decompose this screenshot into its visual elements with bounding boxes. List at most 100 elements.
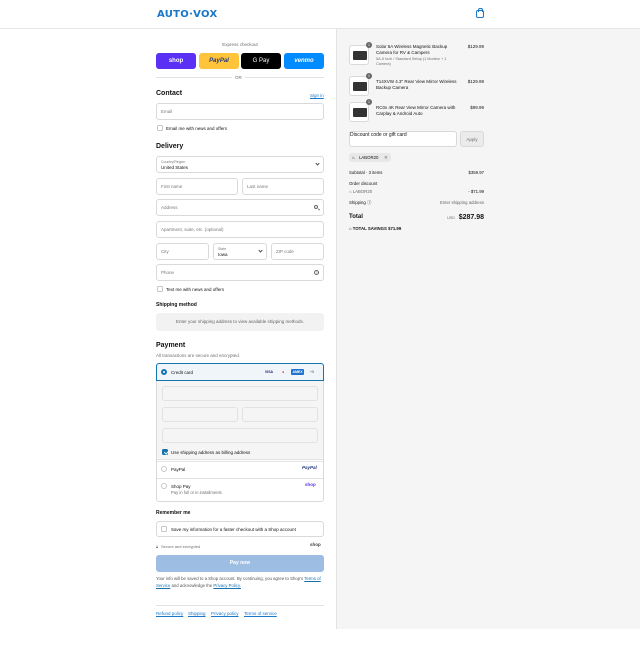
product-image bbox=[353, 51, 367, 60]
first-name-placeholder: First name bbox=[161, 184, 183, 189]
paypal-option-label[interactable]: PayPal bbox=[171, 467, 185, 472]
subtotal-value: $359.97 bbox=[468, 170, 484, 175]
shop-pay-logo: shop bbox=[305, 482, 316, 487]
billing-same-checkbox[interactable] bbox=[162, 449, 168, 455]
product-price: $129.99 bbox=[467, 44, 484, 49]
payment-subtitle: All transactions are secure and encrypte… bbox=[156, 353, 241, 358]
apply-discount-button[interactable]: Apply bbox=[460, 131, 484, 147]
apartment-input[interactable]: Apartment, suite, etc. (optional) bbox=[156, 221, 324, 238]
order-discount-code: LABOR20 bbox=[352, 189, 373, 194]
state-label: State bbox=[218, 246, 227, 251]
remember-me-heading: Remember me bbox=[156, 510, 191, 516]
card-number-field[interactable] bbox=[162, 386, 318, 401]
email-news-label: Email me with news and offers bbox=[166, 126, 227, 131]
paypal-button[interactable]: PayPal bbox=[199, 53, 239, 69]
order-discount-value: - $71.99 bbox=[468, 189, 484, 194]
help-icon[interactable]: ? bbox=[314, 270, 319, 275]
shopping-bag-icon[interactable] bbox=[476, 8, 484, 18]
option-divider bbox=[157, 478, 323, 479]
address-input[interactable]: Address bbox=[156, 199, 324, 216]
shop-pay-subtitle: Pay in full or in installments bbox=[171, 490, 222, 495]
credit-card-radio[interactable] bbox=[161, 369, 167, 375]
product-thumbnail bbox=[349, 45, 369, 65]
last-name-placeholder: Last name bbox=[247, 184, 269, 189]
order-discount-row: Order discount bbox=[349, 181, 484, 186]
visa-icon: VISA bbox=[264, 370, 274, 374]
shipping-label: Shipping bbox=[349, 200, 366, 205]
product-title: Solar 5A Wireless Magnetic Backup Camera… bbox=[376, 44, 448, 55]
product-title: T14XVW 4.3" Rear View Mirror Wireless Ba… bbox=[376, 79, 457, 90]
product-thumbnail bbox=[349, 76, 369, 96]
order-discount-code-row: ⌂ LABOR20 - $71.99 bbox=[349, 189, 484, 194]
card-name-field[interactable] bbox=[162, 428, 318, 443]
express-checkout-label: Express checkout bbox=[222, 42, 258, 47]
address-placeholder: Address bbox=[161, 205, 178, 210]
city-input[interactable]: City bbox=[156, 243, 209, 260]
shop-pay-button[interactable]: shop bbox=[156, 53, 196, 69]
lock-icon: 🔒︎ bbox=[156, 544, 159, 549]
product-price: $129.99 bbox=[467, 79, 484, 84]
state-value: Iowa bbox=[218, 252, 228, 257]
or-label: OR bbox=[232, 74, 245, 80]
total-value: $287.98 bbox=[458, 214, 484, 221]
chevron-down-icon bbox=[315, 161, 320, 166]
shipping-policy-link[interactable]: Shipping bbox=[188, 611, 206, 616]
zip-placeholder: ZIP code bbox=[276, 249, 294, 254]
card-cvv-field[interactable] bbox=[242, 407, 318, 422]
product-thumbnail bbox=[349, 102, 369, 122]
quantity-badge: 1 bbox=[366, 73, 372, 79]
shop-logo: shop bbox=[310, 542, 321, 547]
product-title: RC0x 4K Rear View Mirror Camera with Car… bbox=[376, 105, 456, 116]
city-placeholder: City bbox=[161, 249, 169, 254]
legal-line: Your info will be saved to a Shop accoun… bbox=[156, 576, 304, 581]
email-news-checkbox[interactable] bbox=[157, 125, 163, 131]
mastercard-icon: ● bbox=[281, 370, 285, 374]
google-pay-button[interactable]: G Pay bbox=[241, 53, 281, 69]
more-cards-label: +5 bbox=[310, 370, 314, 374]
country-label: Country/Region bbox=[161, 159, 186, 164]
venmo-button[interactable]: venmo bbox=[284, 53, 324, 69]
country-select[interactable]: Country/Region United States bbox=[156, 156, 324, 173]
contact-heading: Contact bbox=[156, 90, 183, 97]
zip-input[interactable]: ZIP code bbox=[271, 243, 324, 260]
savings-row: ⌂ TOTAL SAVINGS $71.99 bbox=[349, 226, 484, 231]
product-price: $99.99 bbox=[470, 105, 484, 110]
apartment-placeholder: Apartment, suite, etc. (optional) bbox=[161, 227, 224, 232]
secure-encrypted-label: Secure and encrypted bbox=[161, 544, 201, 549]
amex-icon: AMEX bbox=[291, 369, 304, 375]
remove-discount-icon[interactable]: ✕ bbox=[384, 153, 388, 162]
discount-placeholder: Discount code or gift card bbox=[350, 132, 407, 138]
paypal-radio[interactable] bbox=[161, 466, 167, 472]
billing-same-label: Use shipping address as billing address bbox=[171, 450, 251, 455]
first-name-input[interactable]: First name bbox=[156, 178, 238, 195]
text-news-checkbox[interactable] bbox=[157, 286, 163, 292]
order-discount-label: Order discount bbox=[349, 181, 378, 186]
save-info-checkbox[interactable] bbox=[161, 526, 167, 532]
store-logo[interactable]: AUTO·VOX bbox=[157, 9, 218, 20]
total-label: Total bbox=[349, 214, 363, 220]
savings-label: TOTAL SAVINGS bbox=[352, 226, 387, 231]
shipping-method-note: Enter your shipping address to view avai… bbox=[156, 313, 324, 331]
discount-code-input[interactable]: Discount code or gift card bbox=[349, 131, 457, 147]
state-select[interactable]: State Iowa bbox=[213, 243, 267, 260]
shop-pay-option-label[interactable]: Shop Pay bbox=[171, 484, 191, 489]
terms-of-service-footer-link[interactable]: Terms of service bbox=[244, 611, 277, 616]
refund-policy-link[interactable]: Refund policy bbox=[156, 611, 183, 616]
quantity-badge: 1 bbox=[366, 42, 372, 48]
help-icon[interactable]: ⓘ bbox=[367, 200, 371, 205]
card-expiry-field[interactable] bbox=[162, 407, 238, 422]
phone-input[interactable]: Phone ? bbox=[156, 264, 324, 281]
pay-now-button[interactable]: Pay now bbox=[156, 555, 324, 572]
email-input[interactable]: Email bbox=[156, 103, 324, 120]
last-name-input[interactable]: Last name bbox=[242, 178, 324, 195]
chevron-down-icon bbox=[258, 248, 263, 253]
text-news-label: Text me with news and offers bbox=[166, 287, 224, 292]
shipping-row: Shipping ⓘ Enter shipping address bbox=[349, 200, 484, 206]
subtotal-row: Subtotal · 3 items $359.97 bbox=[349, 170, 484, 175]
privacy-policy-footer-link[interactable]: Privacy policy bbox=[211, 611, 239, 616]
sign-in-link[interactable]: Sign in bbox=[310, 93, 324, 98]
shop-pay-radio[interactable] bbox=[161, 483, 167, 489]
privacy-policy-link[interactable]: Privacy Policy. bbox=[213, 583, 241, 588]
payment-heading: Payment bbox=[156, 342, 186, 349]
credit-card-label: Credit card bbox=[171, 370, 194, 375]
